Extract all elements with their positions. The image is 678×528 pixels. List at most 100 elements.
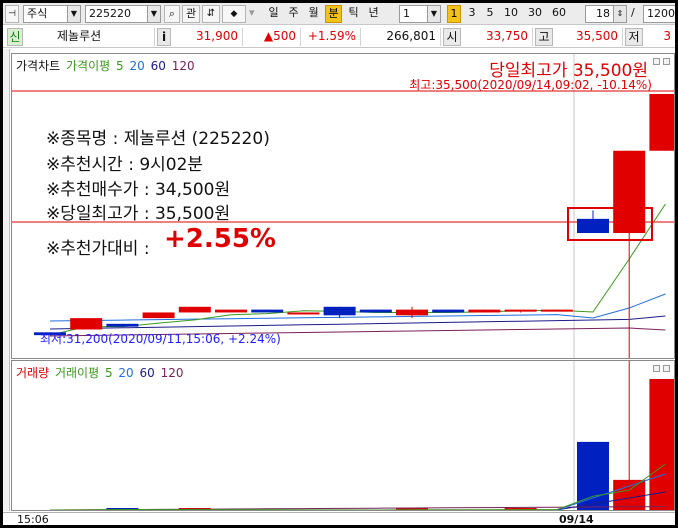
volume-bar	[577, 441, 609, 510]
chevron-down-icon[interactable]: ▼	[147, 6, 160, 22]
info-rec-time: ※추천시간 : 9시02분	[46, 155, 204, 175]
legend-ma60: 60	[150, 59, 166, 73]
legend-vol-ma20: 20	[118, 366, 134, 380]
volume-bar	[649, 379, 674, 510]
open-price: 33,750	[463, 28, 533, 46]
axis-start-time: 15:06	[17, 513, 49, 525]
left-margin-strip	[3, 49, 10, 511]
stock-name: 제놀루션	[27, 28, 155, 46]
candle-body	[540, 309, 573, 312]
interval-select[interactable]: 1 ▼	[399, 5, 441, 23]
candle-body	[178, 306, 211, 313]
count-separator: /	[631, 6, 635, 19]
legend-volume-ma: 거래이평	[54, 366, 100, 380]
search-icon[interactable]: ⌕	[164, 5, 180, 23]
minimize-icon[interactable]	[653, 58, 660, 65]
period-day[interactable]: 일	[265, 5, 282, 23]
period-tick[interactable]: 틱	[345, 5, 362, 23]
close-icon[interactable]	[663, 58, 670, 65]
candle-body	[504, 309, 537, 312]
candle-body	[432, 309, 465, 313]
candle-body	[70, 318, 103, 330]
vol-ma5-line	[50, 463, 666, 510]
legend-ma20: 20	[129, 59, 145, 73]
high-annotation: 최고:35,500(2020/09/14,09:02, -10.14%)	[409, 78, 652, 92]
info-vs-rec-label: ※추천가대비 :	[46, 239, 150, 259]
volume-chart-panel[interactable]: 거래량 거래이평 5 20 60 120	[11, 360, 675, 511]
legend-ma120: 120	[171, 59, 195, 73]
sync-icon[interactable]: ⇵	[202, 5, 220, 23]
period-week[interactable]: 주	[285, 5, 302, 23]
count-stepper[interactable]: 18 ⇕	[585, 5, 627, 23]
price-chart-panel[interactable]: 가격차트 가격이평 5 20 60 120 당일최고가 35,500원 최고:3…	[11, 53, 675, 359]
minute-step-30[interactable]: 30	[525, 5, 545, 23]
chevron-down-icon[interactable]: ▼	[427, 6, 440, 22]
open-label: 시	[443, 28, 461, 46]
info-rec-buy-price: ※추천매수가 : 34,500원	[46, 180, 231, 200]
quote-bar: 신 제놀루션 i 31,900 ▲500 +1.59% 266,801 시 33…	[3, 26, 675, 48]
new-listing-badge: 신	[7, 28, 23, 46]
high-label: 고	[535, 28, 553, 46]
volume-legend: 거래량 거래이평 5 20 60 120	[16, 364, 186, 381]
low-label: 저	[625, 28, 643, 46]
code-input[interactable]: 225220 ▼	[85, 5, 161, 23]
candle-body	[215, 309, 247, 313]
chevron-down-icon[interactable]: ▼	[67, 6, 80, 22]
info-button[interactable]: i	[157, 28, 171, 46]
vol-ma20-line	[50, 473, 666, 510]
minute-step-10[interactable]: 10	[501, 5, 521, 23]
trade-volume: 266,801	[361, 28, 441, 46]
price-change: ▲500	[243, 28, 301, 46]
current-price: 31,900	[175, 28, 243, 46]
split-view-icon[interactable]: ⊣	[5, 5, 19, 23]
high-price: 35,500	[555, 28, 623, 46]
legend-volume: 거래량	[16, 366, 50, 380]
price-legend: 가격차트 가격이평 5 20 60 120	[16, 57, 197, 74]
minute-step-3[interactable]: 3	[465, 5, 479, 23]
volume-chart-canvas	[49, 361, 674, 510]
period-minute[interactable]: 분	[325, 5, 342, 23]
dropdown-arrow-icon[interactable]: ▾	[249, 5, 263, 23]
low-annotation: 최저:31,200(2020/09/11,15:06, +2.24%)	[40, 332, 281, 346]
main-toolbar: ⊣ 주식 ▼ 225220 ▼ ⌕ 관 ⇵ ◆ ▾ 일 주 월 분 틱 년 1 …	[3, 3, 675, 25]
period-month[interactable]: 월	[305, 5, 322, 23]
volume-bar	[613, 479, 646, 510]
info-stock-name: ※종목명 : 제놀루션 (225220)	[46, 129, 270, 149]
legend-price-ma: 가격이평	[66, 59, 111, 73]
stepper-updown-icon[interactable]: ◆	[222, 5, 246, 23]
legend-vol-ma5: 5	[104, 366, 113, 380]
market-select[interactable]: 주식 ▼	[23, 5, 81, 23]
candle-body	[468, 309, 501, 313]
minute-step-1[interactable]: 1	[447, 5, 461, 23]
market-select-value: 주식	[27, 7, 48, 20]
candle-body	[577, 218, 609, 234]
candle-body	[359, 309, 392, 313]
candle-body	[251, 309, 284, 313]
time-axis: 15:06 09/14	[3, 512, 675, 525]
close-icon[interactable]	[663, 365, 670, 372]
price-change-pct: +1.59%	[301, 28, 361, 46]
legend-ma5: 5	[116, 59, 124, 73]
info-vs-rec-value: +2.55%	[164, 224, 276, 254]
stepper-icon[interactable]: ⇕	[613, 6, 626, 22]
minimize-icon[interactable]	[653, 365, 660, 372]
candle-body	[396, 309, 428, 316]
total-count-input[interactable]: 1200	[643, 5, 675, 23]
legend-vol-ma120: 120	[160, 366, 184, 380]
minute-step-5[interactable]: 5	[483, 5, 497, 23]
candle-body	[142, 312, 175, 319]
info-day-high: ※당일최고가 : 35,500원	[46, 204, 231, 224]
count-value: 18	[596, 7, 610, 20]
low-price: 3	[663, 29, 671, 43]
period-year[interactable]: 년	[365, 5, 382, 23]
interval-value: 1	[403, 7, 410, 20]
minute-step-60[interactable]: 60	[549, 5, 569, 23]
legend-price-chart: 가격차트	[16, 59, 61, 73]
candle-body	[287, 312, 320, 315]
candle-body	[649, 94, 674, 151]
code-input-value: 225220	[89, 7, 131, 20]
chart-window: ⊣ 주식 ▼ 225220 ▼ ⌕ 관 ⇵ ◆ ▾ 일 주 월 분 틱 년 1 …	[3, 3, 675, 525]
watch-button[interactable]: 관	[182, 5, 200, 23]
legend-vol-ma60: 60	[139, 366, 155, 380]
axis-date-label: 09/14	[559, 513, 594, 525]
